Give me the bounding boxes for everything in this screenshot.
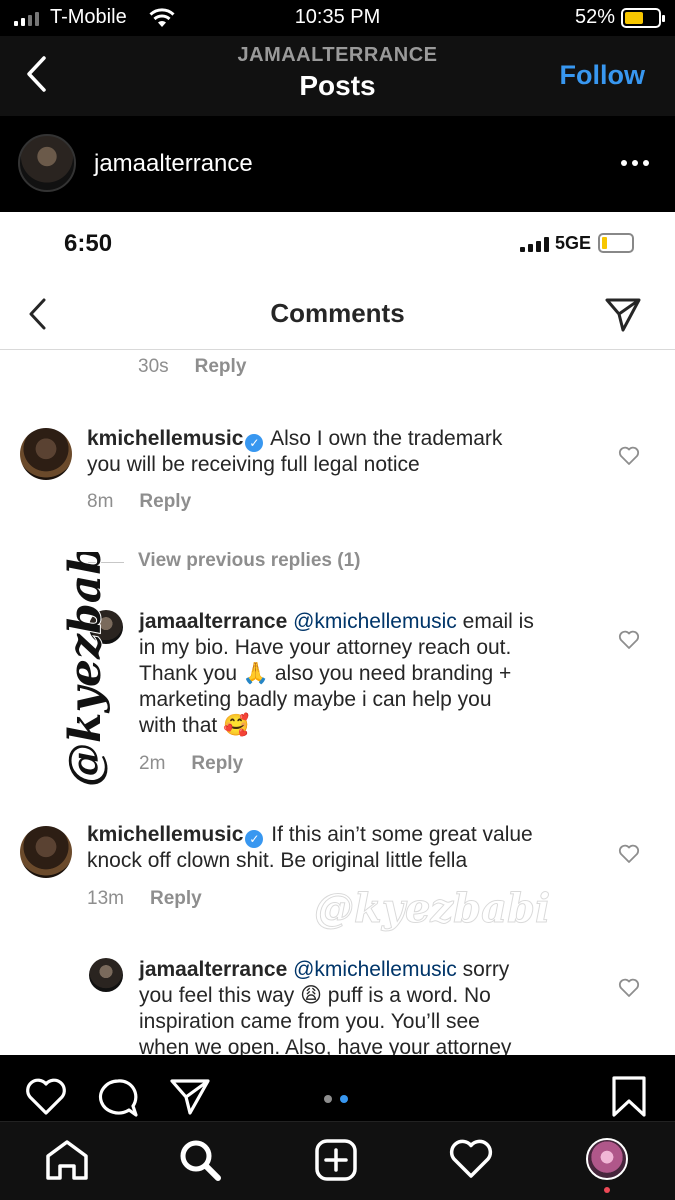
comment-line: you will be receiving full legal notice: [87, 453, 420, 476]
comment-icon[interactable]: [96, 1077, 140, 1119]
comment-line: you feel this way 😩 puff is a word. No: [139, 984, 491, 1007]
comment-meta: 30s Reply: [138, 356, 246, 378]
comment-username: kmichellemusic: [87, 427, 244, 450]
comments-header: Comments: [0, 282, 675, 350]
comment-meta: 13m Reply: [87, 888, 202, 910]
comment-username: kmichellemusic: [87, 823, 244, 846]
battery-percent: 52%: [574, 6, 615, 28]
bottom-nav: [0, 1121, 675, 1200]
verified-badge-icon: ✓: [245, 434, 264, 452]
heart-icon: [618, 630, 640, 649]
comment-meta: 2m Reply: [139, 753, 243, 775]
send-icon: [605, 298, 641, 332]
comment-username: jamaalterrance: [139, 958, 288, 981]
comment-line: knock off clown shit. Be original little…: [87, 849, 468, 872]
inner-network-label: 5GE: [555, 233, 592, 253]
profile-avatar[interactable]: [586, 1138, 628, 1180]
comment-text: jamaalterrance @kmichellemusic email is …: [139, 609, 609, 739]
top-header: JAMAALTERRANCE Posts Follow: [0, 36, 675, 116]
post-image: 6:50 5GE Comments 30s Reply kmichellemusi…: [0, 212, 675, 1055]
comment-line: marketing badly maybe i can help you: [139, 688, 492, 711]
battery-icon: [621, 8, 665, 28]
comment-username: jamaalterrance: [139, 610, 288, 633]
avatar: [89, 958, 123, 992]
activity-heart-icon[interactable]: [448, 1138, 494, 1180]
post-header: jamaalterrance: [0, 116, 675, 212]
heart-icon[interactable]: [24, 1077, 68, 1117]
comment-line: Thank you 🙏 also you need branding +: [139, 662, 512, 685]
inner-battery-icon: [598, 233, 634, 253]
bookmark-icon[interactable]: [610, 1075, 648, 1119]
reply-button: Reply: [149, 888, 202, 909]
heart-icon: [618, 844, 640, 863]
watermark-text: @kyezbabi: [314, 885, 550, 932]
comment-text: jamaalterrance @kmichellemusic sorry you…: [139, 957, 609, 1055]
reply-button: Reply: [139, 491, 192, 512]
comment-line: Also I own the trademark: [270, 427, 503, 450]
comments-title: Comments: [270, 298, 405, 328]
carousel-indicator: [324, 1095, 348, 1103]
view-previous-replies: View previous replies (1): [138, 550, 361, 571]
watermark: @kyezbabi: [59, 552, 112, 788]
verified-badge-icon: ✓: [245, 830, 264, 848]
comment-line: sorry: [462, 958, 510, 981]
home-icon[interactable]: [44, 1138, 90, 1182]
mention-link: @kmichellemusic: [293, 610, 457, 633]
avatar: [20, 428, 72, 480]
more-horizontal-icon[interactable]: [621, 160, 649, 166]
follow-button[interactable]: Follow: [560, 60, 645, 91]
comment-meta: 8m Reply: [87, 491, 191, 513]
send-icon[interactable]: [168, 1077, 212, 1117]
inner-clock: 6:50: [64, 230, 113, 257]
comment-time: 30s: [138, 356, 169, 377]
comment-time: 13m: [87, 888, 124, 909]
comment-line: inspiration came from you. You’ll see: [139, 1010, 480, 1033]
mention-link: @kmichellemusic: [293, 958, 457, 981]
add-post-icon[interactable]: [314, 1138, 358, 1182]
comment-line: with that 🥰: [139, 714, 250, 737]
avatar: [20, 826, 72, 878]
heart-icon: [618, 978, 640, 997]
comment-line: when we open. Also, have your attorney: [139, 1036, 512, 1055]
comment-line: email is: [462, 610, 534, 633]
status-bar: T-Mobile 10:35 PM 52%: [0, 0, 675, 36]
comment-time: 8m: [87, 491, 114, 512]
watermark-text: @kyezbabi: [60, 552, 111, 787]
reply-button: Reply: [194, 356, 247, 377]
comment-text: kmichellemusic ✓ Also I own the trademark…: [87, 426, 607, 478]
notification-dot: [604, 1187, 610, 1193]
post-actions: [0, 1055, 675, 1121]
post-username[interactable]: jamaalterrance: [94, 150, 253, 178]
comment-line: If this ain’t some great value: [271, 823, 533, 846]
reply-button: Reply: [191, 753, 244, 774]
avatar[interactable]: [18, 134, 76, 192]
inner-signal-icon: [520, 236, 549, 252]
comment-line: in my bio. Have your attorney reach out.: [139, 636, 512, 659]
comment-text: kmichellemusic ✓ If this ain’t some great…: [87, 822, 617, 874]
watermark: @kyezbabi: [314, 885, 551, 933]
heart-icon: [618, 446, 640, 465]
comment-time: 2m: [139, 753, 166, 774]
clock: 10:35 PM: [294, 6, 381, 28]
search-icon[interactable]: [178, 1138, 222, 1182]
